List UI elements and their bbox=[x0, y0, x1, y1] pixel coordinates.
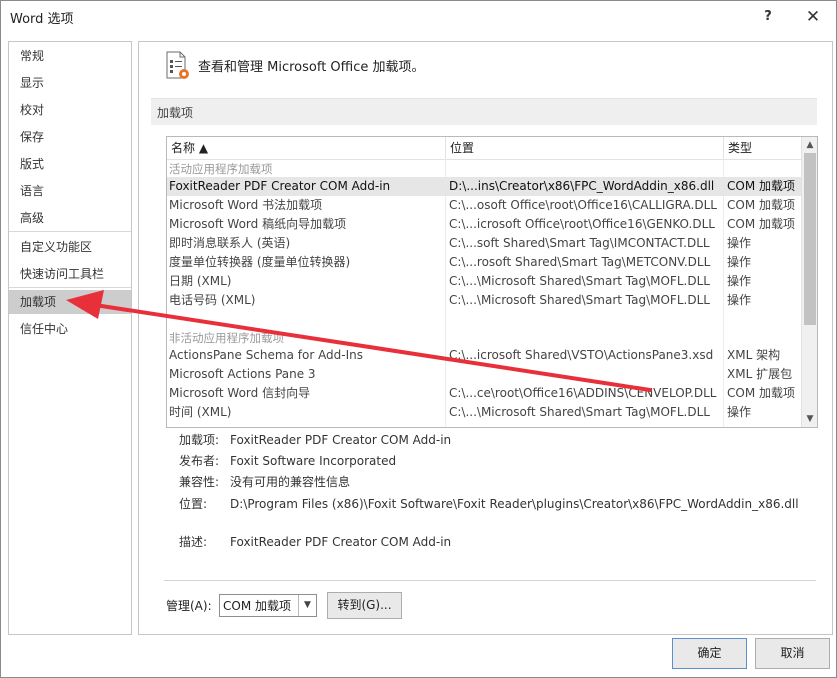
cell-type: 操作 bbox=[727, 293, 752, 307]
nav-item[interactable]: 版式 bbox=[9, 152, 131, 176]
nav-separator bbox=[9, 287, 131, 288]
addins-list[interactable]: 名称 ▲ 位置 类型 活动应用程序加载项 FoxitReader PDF Crea… bbox=[166, 136, 818, 428]
separator bbox=[164, 580, 816, 581]
nav-item[interactable]: 加载项 bbox=[9, 290, 131, 314]
category-nav: 常规显示校对保存版式语言高级自定义功能区 快速访问工具栏 加载项信任中心 bbox=[8, 41, 132, 635]
detail-label: 加载项: bbox=[179, 433, 220, 447]
cell-type: 操作 bbox=[727, 255, 752, 269]
nav-item[interactable]: 高级 bbox=[9, 206, 131, 230]
cell-name: 日期 (XML) bbox=[169, 274, 232, 288]
cell-type: COM 加载项 bbox=[727, 198, 795, 212]
cell-location bbox=[449, 365, 723, 384]
table-row[interactable]: Microsoft Word 信封向导 C:\...ce\root\Office1… bbox=[167, 384, 801, 403]
nav-item[interactable]: 常规 bbox=[9, 44, 131, 68]
table-row[interactable]: ActionsPane Schema for Add-Ins C:\...icro… bbox=[167, 346, 801, 365]
cell-name: Microsoft Word 稿纸向导加载项 bbox=[169, 217, 347, 231]
addin-gear-icon bbox=[166, 51, 189, 79]
column-header-name[interactable]: 名称 ▲ bbox=[167, 137, 445, 159]
dialog-title: Word 选项 bbox=[10, 12, 74, 27]
cell-location: C:\...\Microsoft Shared\Smart Tag\MOFL.D… bbox=[449, 293, 710, 307]
cell-name: 度量单位转换器 (度量单位转换器) bbox=[169, 255, 351, 269]
cell-location: C:\...icrosoft Office\root\Office16\GENK… bbox=[449, 217, 715, 231]
section-header: 加载项 bbox=[151, 98, 817, 125]
scrollbar-thumb[interactable] bbox=[804, 153, 816, 325]
column-header-type[interactable]: 类型 bbox=[724, 137, 801, 159]
nav-item[interactable]: 信任中心 bbox=[9, 317, 131, 341]
cell-location: C:\...ce\root\Office16\ADDINS\CENVELOP.D… bbox=[449, 386, 717, 400]
cell-name: ActionsPane Schema for Add-Ins bbox=[169, 348, 364, 362]
detail-value: D:\Program Files (x86)\Foxit Software\Fo… bbox=[230, 497, 799, 511]
detail-value: FoxitReader PDF Creator COM Add-in bbox=[230, 433, 452, 447]
cell-name: Microsoft Actions Pane 3 bbox=[169, 367, 316, 381]
ok-button[interactable]: 确定 bbox=[672, 638, 747, 669]
cell-type: 操作 bbox=[727, 274, 752, 288]
cancel-button[interactable]: 取消 bbox=[755, 638, 830, 669]
word-options-dialog: Word 选项 ? ✕ 常规 显示 校对 保存 版式 语言 高级 自定义功能区 快速访问工具栏加… bbox=[0, 0, 837, 678]
cell-type: 操作 bbox=[727, 405, 752, 419]
panel-description: 查看和管理 Microsoft Office 加载项。 bbox=[198, 60, 425, 75]
cell-type: COM 加载项 bbox=[727, 179, 795, 193]
scroll-up-icon[interactable]: ▲ bbox=[802, 137, 817, 153]
cell-location: C:\...osoft Office\root\Office16\CALLIGR… bbox=[449, 198, 717, 212]
nav-item[interactable]: 快速访问工具栏 bbox=[9, 262, 131, 286]
table-row[interactable]: 度量单位转换器 (度量单位转换器) C:\...rosoft Shared\Sma… bbox=[167, 253, 801, 272]
section-title: 加载项 bbox=[157, 106, 194, 120]
cell-location: C:\...rosoft Shared\Smart Tag\METCONV.DL… bbox=[449, 255, 711, 269]
table-row[interactable]: FoxitReader PDF Creator COM Add-in D:\...… bbox=[167, 177, 801, 196]
nav-separator bbox=[9, 231, 131, 232]
nav-item[interactable]: 自定义功能区 bbox=[9, 235, 131, 259]
nav-item[interactable]: 保存 bbox=[9, 125, 131, 149]
list-body: 活动应用程序加载项 FoxitReader PDF Creator COM Add… bbox=[167, 160, 801, 427]
column-header-location[interactable]: 位置 bbox=[446, 137, 723, 159]
detail-value: Foxit Software Incorporated bbox=[230, 454, 397, 468]
nav-item[interactable]: 校对 bbox=[9, 98, 131, 122]
table-row[interactable]: 电话号码 (XML) C:\...\Microsoft Shared\Smart … bbox=[167, 291, 801, 310]
detail-label: 发布者: bbox=[179, 454, 220, 468]
cell-location: C:\...\Microsoft Shared\Smart Tag\MOFL.D… bbox=[449, 405, 710, 419]
goto-button[interactable]: 转到(G)... bbox=[327, 592, 402, 619]
cell-name: Microsoft Word 信封向导 bbox=[169, 386, 311, 400]
cell-name: 即时消息联系人 (英语) bbox=[169, 236, 291, 250]
detail-label: 描述: bbox=[179, 535, 208, 549]
table-row[interactable]: Microsoft Word 书法加载项 C:\...osoft Office\r… bbox=[167, 196, 801, 215]
addins-panel: 查看和管理 Microsoft Office 加载项。 加载项 名称 ▲ 位置 … bbox=[138, 41, 833, 635]
table-row[interactable]: Microsoft Word 稿纸向导加载项 C:\...icrosoft Off… bbox=[167, 215, 801, 234]
detail-value: FoxitReader PDF Creator COM Add-in bbox=[230, 535, 452, 549]
manage-label: 管理(A): bbox=[166, 599, 212, 613]
manage-selected-value: COM 加载项 bbox=[223, 599, 291, 613]
cell-name: 电话号码 (XML) bbox=[169, 293, 256, 307]
cell-type: XML 扩展包 bbox=[727, 367, 793, 381]
manage-dropdown[interactable]: COM 加载项 ▼ bbox=[219, 594, 317, 617]
nav-item[interactable]: 语言 bbox=[9, 179, 131, 203]
cell-type: COM 加载项 bbox=[727, 386, 795, 400]
vertical-scrollbar[interactable]: ▲ ▼ bbox=[801, 137, 817, 427]
cell-type: 操作 bbox=[727, 236, 752, 250]
cell-name: 时间 (XML) bbox=[169, 405, 232, 419]
cell-location: C:\...icrosoft Shared\VSTO\ActionsPane3.… bbox=[449, 348, 714, 362]
cell-name: FoxitReader PDF Creator COM Add-in bbox=[169, 179, 391, 193]
nav-item[interactable]: 显示 bbox=[9, 71, 131, 95]
table-row[interactable]: 日期 (XML) C:\...\Microsoft Shared\Smart Ta… bbox=[167, 272, 801, 291]
cell-location: D:\...ins\Creator\x86\FPC_WordAddin_x86.… bbox=[449, 179, 715, 193]
detail-label: 位置: bbox=[179, 497, 208, 511]
scroll-down-icon[interactable]: ▼ bbox=[802, 411, 817, 427]
detail-value: 没有可用的兼容性信息 bbox=[230, 475, 351, 489]
cell-type: COM 加载项 bbox=[727, 217, 795, 231]
table-row[interactable]: Microsoft Actions Pane 3 XML 扩展包 bbox=[167, 365, 801, 384]
chevron-down-icon[interactable]: ▼ bbox=[298, 595, 316, 616]
cell-name: Microsoft Word 书法加载项 bbox=[169, 198, 323, 212]
help-button[interactable]: ? bbox=[753, 5, 783, 29]
detail-label: 兼容性: bbox=[179, 475, 220, 489]
cell-location: C:\...\Microsoft Shared\Smart Tag\MOFL.D… bbox=[449, 274, 710, 288]
title-bar: Word 选项 ? ✕ bbox=[1, 1, 836, 33]
list-header: 名称 ▲ 位置 类型 bbox=[167, 137, 801, 160]
cell-location: C:\...soft Shared\Smart Tag\IMCONTACT.DL… bbox=[449, 236, 710, 250]
table-row[interactable]: 时间 (XML) C:\...\Microsoft Shared\Smart Ta… bbox=[167, 403, 801, 422]
cell-type: XML 架构 bbox=[727, 348, 781, 362]
table-row[interactable]: 即时消息联系人 (英语) C:\...soft Shared\Smart Tag\… bbox=[167, 234, 801, 253]
close-button[interactable]: ✕ bbox=[798, 5, 828, 29]
